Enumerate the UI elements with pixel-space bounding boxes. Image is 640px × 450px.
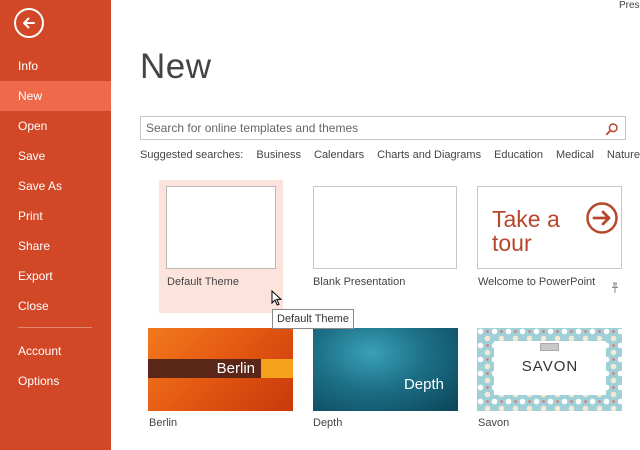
template-thumbnail-berlin[interactable]: Berlin xyxy=(148,328,293,411)
backstage-sidebar: Info New Open Save Save As Print Share E… xyxy=(0,0,111,450)
template-label-default-theme: Default Theme xyxy=(167,276,239,288)
sidebar-item-options[interactable]: Options xyxy=(0,366,111,396)
template-label-savon: Savon xyxy=(478,417,510,429)
suggested-searches-label: Suggested searches: xyxy=(140,149,244,161)
tour-thumbnail-text: Take a tour xyxy=(492,206,560,256)
template-thumbnail-savon[interactable]: SAVON xyxy=(477,328,622,411)
savon-thumbnail-text: SAVON xyxy=(521,358,579,375)
sidebar-item-new[interactable]: New xyxy=(0,81,111,111)
suggested-link-business[interactable]: Business xyxy=(256,149,301,161)
tooltip: Default Theme xyxy=(272,309,354,329)
berlin-accent-bar xyxy=(261,359,293,378)
sidebar-item-share[interactable]: Share xyxy=(0,231,111,261)
search-icon[interactable] xyxy=(605,122,619,136)
suggested-link-calendars[interactable]: Calendars xyxy=(314,149,364,161)
savon-tab xyxy=(540,343,559,351)
template-label-berlin: Berlin xyxy=(149,417,178,429)
sidebar-item-open[interactable]: Open xyxy=(0,111,111,141)
suggested-link-medical[interactable]: Medical xyxy=(556,149,594,161)
mouse-cursor-icon xyxy=(271,290,282,306)
arrow-left-icon xyxy=(23,17,35,29)
suggested-link-education[interactable]: Education xyxy=(494,149,543,161)
arrow-right-circle-icon xyxy=(586,202,618,234)
template-thumbnail-welcome[interactable]: Take a tour xyxy=(477,186,622,269)
page-title: New xyxy=(140,47,212,86)
sidebar-item-export[interactable]: Export xyxy=(0,261,111,291)
sidebar-item-close[interactable]: Close xyxy=(0,291,111,321)
back-button[interactable] xyxy=(14,8,44,38)
sidebar-item-account[interactable]: Account xyxy=(0,336,111,366)
template-thumbnail-default-theme[interactable] xyxy=(166,186,276,269)
template-search-box xyxy=(140,116,626,140)
suggested-link-nature[interactable]: Nature xyxy=(607,149,640,161)
sidebar-divider xyxy=(18,327,92,328)
template-thumbnail-blank-presentation[interactable] xyxy=(313,186,457,269)
suggested-link-charts-and-diagrams[interactable]: Charts and Diagrams xyxy=(377,149,481,161)
sidebar-item-info[interactable]: Info xyxy=(0,51,111,81)
template-search-input[interactable] xyxy=(141,117,606,139)
sidebar-item-save-as[interactable]: Save As xyxy=(0,171,111,201)
sidebar-item-save[interactable]: Save xyxy=(0,141,111,171)
template-label-welcome: Welcome to PowerPoint xyxy=(478,276,596,288)
window-title: Prese xyxy=(619,0,640,11)
suggested-searches: Suggested searches: Business Calendars Char… xyxy=(140,149,640,161)
pin-icon[interactable] xyxy=(610,282,620,294)
depth-thumbnail-text: Depth xyxy=(403,376,444,393)
template-label-blank-presentation: Blank Presentation xyxy=(313,276,406,288)
sidebar-item-print[interactable]: Print xyxy=(0,201,111,231)
berlin-thumbnail-text: Berlin xyxy=(216,360,255,377)
template-label-depth: Depth xyxy=(313,417,343,429)
template-thumbnail-depth[interactable]: Depth xyxy=(313,328,458,411)
